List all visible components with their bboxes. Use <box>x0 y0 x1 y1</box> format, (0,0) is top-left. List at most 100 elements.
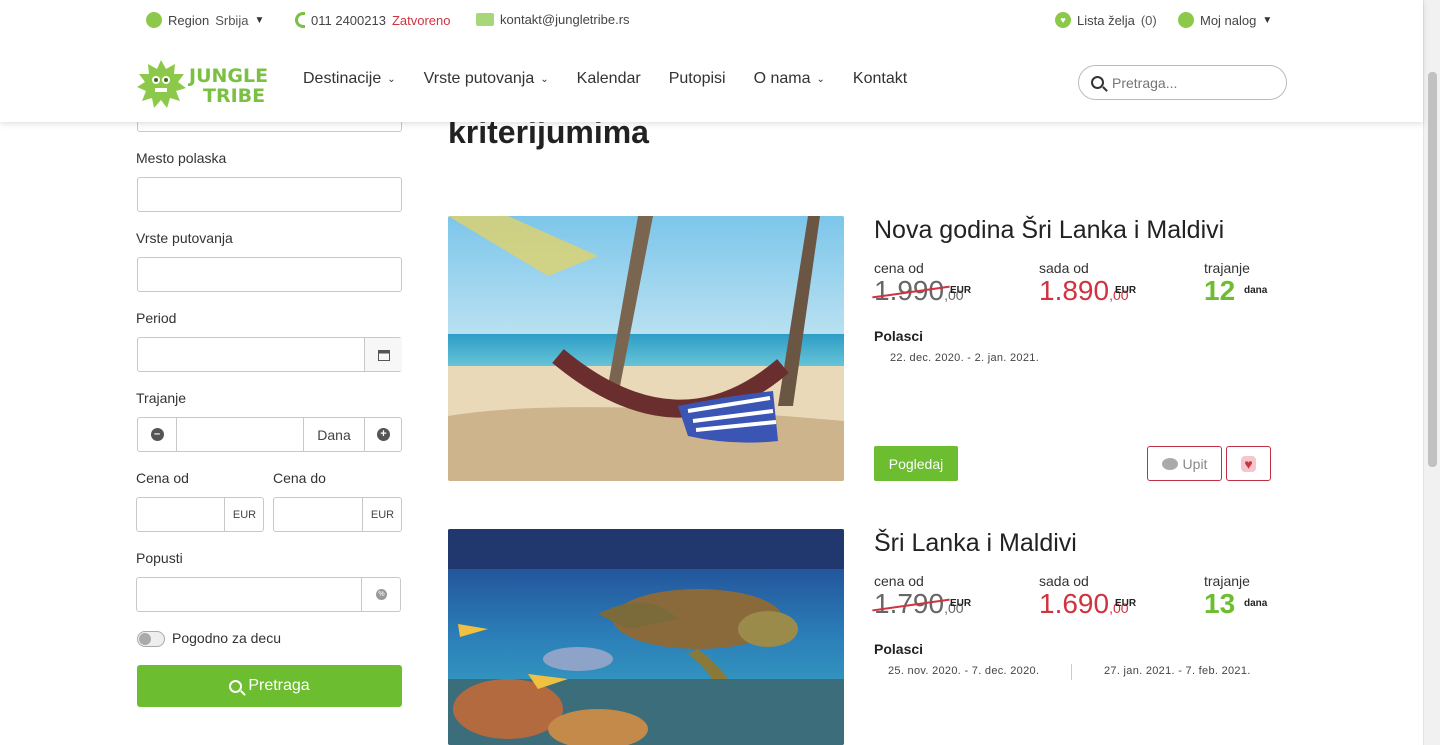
new-price-block: sada od 1.890,00 EUR <box>1039 260 1136 309</box>
new-price-currency: EUR <box>1115 285 1137 296</box>
nav-item-putopisi[interactable]: Putopisi <box>669 70 726 88</box>
nav-label: Destinacije <box>303 70 382 87</box>
price-from-label: cena od <box>874 260 924 276</box>
minus-icon: – <box>150 428 164 441</box>
nav-item-o-nama[interactable]: O nama ⌄ <box>754 70 825 88</box>
nav-item-kontakt[interactable]: Kontakt <box>853 70 907 88</box>
duration-increment-button[interactable]: + <box>364 418 402 451</box>
discount-icon: % <box>361 578 401 611</box>
plus-icon: + <box>377 428 390 441</box>
new-price: 1.890,00 EUR <box>1039 275 1136 309</box>
nav-item-vrste-putovanja[interactable]: Vrste putovanja ⌄ <box>424 70 549 88</box>
departure-date[interactable]: 22. dec. 2020. - 2. jan. 2021. <box>890 352 1039 364</box>
price-to-field[interactable]: EUR <box>273 497 402 532</box>
old-price-block: cena od 1.990,00EUR <box>872 260 971 309</box>
phone-status: Zatvoreno <box>391 12 451 28</box>
phone-number: 011 2400213 <box>311 12 386 28</box>
price-to-label: Cena do <box>273 470 326 486</box>
view-tour-button[interactable]: Pogledaj <box>874 446 958 481</box>
filter-search-label: Pretraga <box>248 677 310 694</box>
chevron-down-icon: ⌄ <box>540 73 549 85</box>
account-label: Moj nalog <box>1200 12 1257 28</box>
duration-block: trajanje 13 dana <box>1204 573 1267 618</box>
nav-item-kalendar[interactable]: Kalendar <box>577 70 641 88</box>
tour-title[interactable]: Nova godina Šri Lanka i Maldivi <box>874 216 1224 245</box>
duration-value-wrap: 12 dana <box>1204 275 1267 306</box>
duration-decrement-button[interactable]: – <box>138 418 176 451</box>
kids-friendly-label: Pogodno za decu <box>172 630 281 646</box>
search-icon[interactable] <box>1091 76 1104 89</box>
duration-unit: dana <box>1244 598 1268 609</box>
scrollbar-thumb[interactable] <box>1428 72 1437 467</box>
calendar-icon <box>377 349 390 361</box>
nav-item-destinacije[interactable]: Destinacije ⌄ <box>303 70 396 88</box>
add-to-wishlist-button[interactable]: ♥ <box>1226 446 1271 481</box>
discounts-label: Popusti <box>136 550 183 566</box>
nav-label: Kalendar <box>576 70 641 87</box>
wishlist-link[interactable]: ♥ Lista želja (0) <box>1055 12 1157 28</box>
chevron-down-icon: ⌄ <box>816 73 825 85</box>
duration-input[interactable] <box>176 418 304 451</box>
nav-label: Kontakt <box>852 70 908 87</box>
filter-search-button[interactable]: Pretraga <box>137 665 402 707</box>
new-price-value: 1.890 <box>1039 275 1110 306</box>
envelope-icon <box>476 13 494 26</box>
wishlist-count: (0) <box>1140 12 1157 28</box>
duration-stepper: – Dana + <box>137 417 402 452</box>
logo-text-line2: TRIBE <box>203 85 265 107</box>
page-scrollbar[interactable] <box>1423 0 1440 745</box>
duration-unit: Dana <box>317 426 351 443</box>
departure-date[interactable]: 25. nov. 2020. - 7. dec. 2020. <box>888 665 1039 677</box>
kids-friendly-toggle[interactable] <box>137 631 165 647</box>
inquiry-button[interactable]: Upit <box>1147 446 1222 481</box>
period-calendar-button[interactable] <box>364 338 402 371</box>
nav-label: O nama <box>753 70 811 87</box>
tour-image-hammock[interactable] <box>448 216 844 481</box>
phone-contact[interactable]: 011 2400213 Zatvoreno <box>295 12 451 28</box>
price-from-field[interactable]: EUR <box>136 497 264 532</box>
old-price-currency: EUR <box>950 598 972 609</box>
wishlist-label: Lista želja <box>1077 12 1135 28</box>
search-input[interactable] <box>1112 74 1272 91</box>
region-selector[interactable]: Region Srbija ▼ <box>146 12 264 28</box>
main-nav-row: JUNGLE TRIBE Destinacije ⌄ Vrste putovanj… <box>0 56 1423 108</box>
inquiry-label: Upit <box>1182 455 1208 472</box>
departure-field[interactable] <box>137 177 402 212</box>
account-menu[interactable]: Moj nalog ▼ <box>1178 12 1272 28</box>
email-address: kontakt@jungletribe.rs <box>500 12 630 27</box>
email-contact[interactable]: kontakt@jungletribe.rs <box>476 12 630 27</box>
site-header: Region Srbija ▼ 011 2400213 Zatvoreno ko… <box>0 0 1423 122</box>
departure-label: Mesto polaska <box>136 150 227 166</box>
globe-icon <box>146 12 162 28</box>
search-icon <box>229 679 243 693</box>
tour-image-turtle[interactable] <box>448 529 844 745</box>
period-label: Period <box>136 310 177 326</box>
departures-label: Polasci <box>874 641 924 657</box>
duration-label: Trajanje <box>136 390 187 406</box>
period-field[interactable] <box>137 337 402 372</box>
heart-icon: ♥ <box>1241 455 1256 472</box>
old-price-block: cena od 1.790,00EUR <box>872 573 971 622</box>
duration-label: trajanje <box>1204 260 1250 276</box>
trip-type-field[interactable] <box>137 257 402 292</box>
departures-label: Polasci <box>874 328 924 344</box>
user-icon <box>1178 12 1194 28</box>
jungle-tribe-logo[interactable]: JUNGLE TRIBE <box>137 58 273 110</box>
duration-value-wrap: 13 dana <box>1204 590 1267 618</box>
main-nav: Destinacije ⌄ Vrste putovanja ⌄ Kalendar P… <box>303 70 907 88</box>
tour-title[interactable]: Šri Lanka i Maldivi <box>874 529 1077 558</box>
new-price: 1.690,00 EUR <box>1039 590 1136 622</box>
top-bar: Region Srbija ▼ 011 2400213 Zatvoreno ko… <box>0 0 1423 42</box>
discounts-field[interactable]: % <box>136 577 401 612</box>
trip-type-label: Vrste putovanja <box>136 230 233 246</box>
new-price-currency: EUR <box>1115 598 1137 609</box>
price-from-label: Cena od <box>136 470 189 486</box>
price-from-currency: EUR <box>224 498 264 531</box>
chevron-down-icon: ▼ <box>254 14 265 26</box>
old-price: 1.990,00EUR <box>872 277 971 309</box>
price-from-label: cena od <box>874 573 924 589</box>
heart-icon: ♥ <box>1055 12 1071 28</box>
chevron-down-icon: ▼ <box>1262 14 1273 26</box>
duration-value: 12 <box>1204 275 1236 306</box>
departure-date[interactable]: 27. jan. 2021. - 7. feb. 2021. <box>1104 665 1251 677</box>
